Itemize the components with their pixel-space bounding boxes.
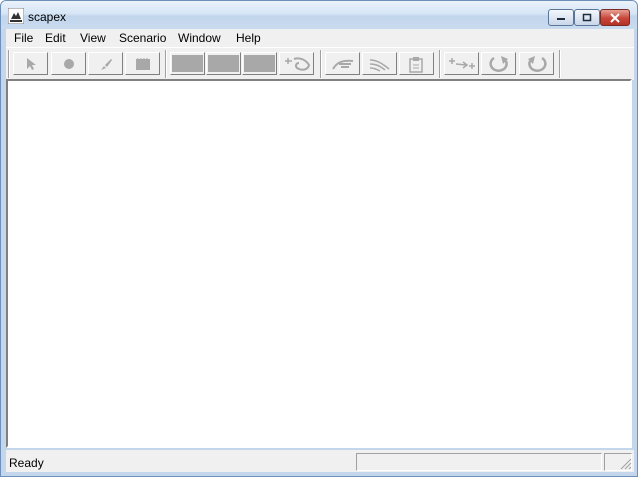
rotate-cw-icon — [488, 55, 508, 72]
window-title: scapex — [28, 10, 67, 24]
gray-block-icon — [208, 55, 239, 72]
panel-tool-1-button[interactable] — [170, 52, 205, 75]
maximize-icon — [582, 13, 592, 22]
clipboard-icon — [408, 56, 423, 73]
clipboard-tool-button[interactable] — [399, 52, 434, 75]
waves-tool-button[interactable] — [362, 52, 397, 75]
menu-help[interactable]: Help — [236, 31, 261, 45]
brush-icon — [100, 58, 112, 70]
close-icon — [610, 12, 620, 23]
hand-pointer-icon — [331, 59, 353, 70]
maximize-button[interactable] — [574, 9, 600, 26]
document-canvas[interactable] — [6, 79, 632, 448]
menu-edit[interactable]: Edit — [45, 31, 66, 45]
waves-icon — [369, 58, 389, 72]
menu-file[interactable]: File — [14, 31, 33, 45]
status-pane — [356, 453, 602, 471]
gray-block-icon — [244, 55, 275, 72]
toolbar-separator — [165, 50, 167, 78]
panel-tool-2-button[interactable] — [206, 52, 241, 75]
node-tool-button[interactable] — [51, 52, 86, 75]
toolbar — [6, 47, 634, 80]
status-bar: Ready — [6, 450, 634, 472]
resize-grip-icon[interactable] — [618, 456, 632, 470]
panel-tool-3-button[interactable] — [242, 52, 277, 75]
hand-wave-icon — [284, 56, 310, 71]
minimize-icon — [557, 17, 565, 20]
minimize-button[interactable] — [548, 9, 574, 26]
title-bar[interactable]: scapex — [1, 1, 637, 29]
menu-bar: File Edit View Scenario Window Help — [6, 29, 634, 47]
arrow-cursor-icon — [26, 57, 36, 70]
film-frame-icon — [135, 57, 150, 70]
menu-window[interactable]: Window — [178, 31, 221, 45]
app-window: scapex File Edit View Scenario Window He… — [0, 0, 638, 477]
redo-tool-button[interactable] — [481, 52, 516, 75]
toolbar-separator — [439, 50, 441, 78]
gray-block-icon — [172, 55, 203, 72]
scapex-app-icon — [8, 8, 24, 24]
hand-pointer-tool-button[interactable] — [325, 52, 360, 75]
status-text: Ready — [9, 456, 44, 470]
rotate-ccw-icon — [527, 55, 547, 72]
undo-tool-button[interactable] — [519, 52, 554, 75]
close-button[interactable] — [600, 9, 630, 26]
arrow-plus-icon — [448, 57, 475, 69]
toolbar-separator — [8, 50, 10, 78]
brush-tool-button[interactable] — [88, 52, 123, 75]
arrow-plus-tool-button[interactable] — [444, 52, 479, 75]
film-tool-button[interactable] — [125, 52, 160, 75]
toolbar-separator — [320, 50, 322, 78]
toolbar-separator — [559, 50, 561, 78]
pointer-tool-button[interactable] — [13, 52, 48, 75]
menu-view[interactable]: View — [80, 31, 106, 45]
hand-wave-tool-button[interactable] — [279, 52, 314, 75]
dot-icon — [63, 58, 74, 69]
menu-scenario[interactable]: Scenario — [119, 31, 166, 45]
